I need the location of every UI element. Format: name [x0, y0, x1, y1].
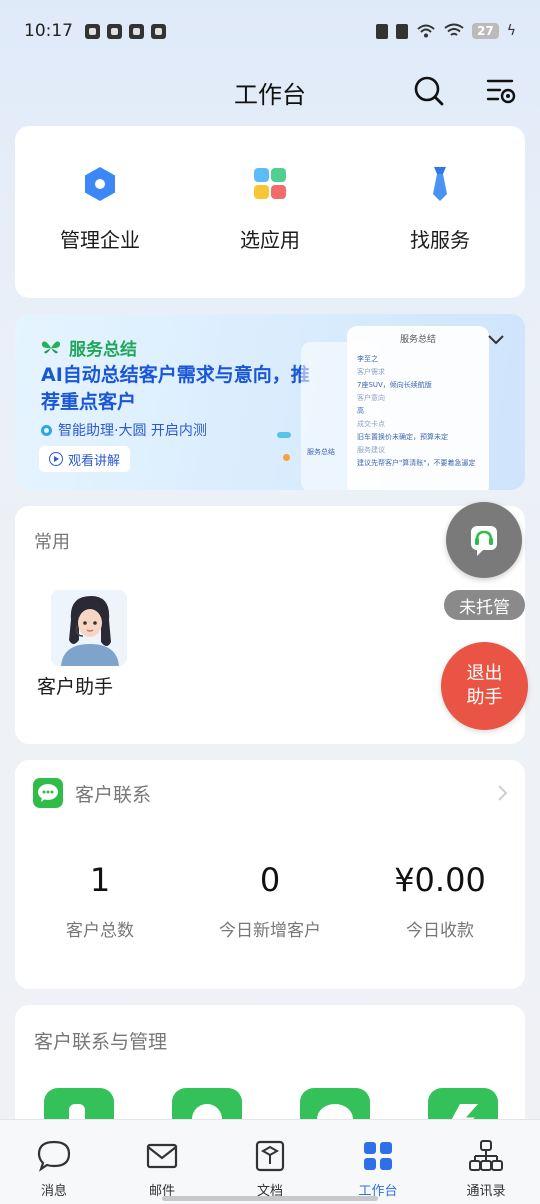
no-sim-icon — [396, 23, 409, 39]
tie-icon — [433, 167, 447, 201]
decoration — [277, 432, 291, 438]
wechat-icon — [33, 778, 63, 808]
stat-revenue-today[interactable]: ¥0.00 今日收款 — [355, 856, 525, 941]
mail-notification-icon — [129, 23, 144, 39]
section-title: 客户联系 — [75, 783, 152, 806]
tab-docs[interactable]: 文档 — [216, 1120, 324, 1204]
mock-phone-preview: 服务总结 李至之 客户需求 7座SUV，倾向长续航版 客户意向 高 成交卡点 旧… — [347, 326, 489, 490]
quick-action-label: 选应用 — [240, 228, 300, 252]
tab-mail[interactable]: 邮件 — [108, 1120, 216, 1204]
sim-icon — [376, 23, 389, 39]
workbench-grid-icon — [364, 1142, 392, 1170]
quick-action-label: 找服务 — [410, 228, 470, 252]
banner-subtitle: 智能助理·大圆 开启内测 — [58, 423, 207, 439]
charging-icon: ϟ — [506, 23, 516, 39]
not-hosted-label[interactable]: 未托管 — [444, 590, 525, 620]
status-bar: 10:17 27 ϟ — [0, 0, 540, 62]
manage-enterprise-button[interactable]: 管理企业 — [15, 126, 185, 298]
exit-assistant-button[interactable]: 退出 助手 — [441, 642, 528, 730]
customer-assistant-label[interactable]: 客户助手 — [37, 672, 113, 699]
bottom-tab-bar: 消息 邮件 文档 工作台 通讯录 — [0, 1119, 540, 1204]
section-title: 常用 — [34, 532, 70, 553]
play-icon — [49, 452, 63, 466]
nav-bar: 工作台 — [0, 62, 540, 122]
watch-tutorial-label: 观看讲解 — [68, 453, 121, 469]
find-service-button[interactable]: 找服务 — [355, 126, 525, 298]
customer-assistant-avatar[interactable] — [51, 590, 127, 666]
mock-title: 服务总结 — [399, 335, 436, 345]
notification-icons — [85, 23, 166, 39]
watch-tutorial-button[interactable]: 观看讲解 — [39, 446, 131, 472]
document-icon — [255, 1140, 285, 1172]
headset-chat-icon — [471, 526, 497, 556]
choose-app-button[interactable]: 选应用 — [185, 126, 355, 298]
quick-action-label: 管理企业 — [60, 228, 140, 252]
app-notification-icon — [85, 23, 100, 39]
search-icon[interactable] — [412, 74, 446, 108]
app-grid-icon — [254, 168, 286, 199]
stat-total-customers[interactable]: 1 客户总数 — [15, 856, 185, 941]
battery-level: 27 — [472, 23, 499, 39]
mail-icon — [146, 1143, 178, 1169]
list-settings-icon[interactable] — [484, 74, 518, 108]
customer-stats: 1 客户总数 0 今日新增客户 ¥0.00 今日收款 — [15, 856, 525, 941]
app-notification-icon — [107, 23, 122, 39]
status-time: 10:17 — [24, 21, 73, 41]
customer-contact-card[interactable]: 客户联系 1 客户总数 0 今日新增客户 ¥0.00 今日收款 — [15, 760, 525, 989]
chevron-down-icon[interactable] — [485, 328, 507, 350]
tab-contacts[interactable]: 通讯录 — [432, 1120, 540, 1204]
system-indicators: 27 ϟ — [376, 23, 516, 39]
chat-bubble-icon — [37, 1140, 71, 1172]
home-indicator[interactable] — [162, 1196, 378, 1201]
mock-side-card: 服务总结 — [307, 448, 335, 456]
wifi-hotspot-icon — [417, 24, 435, 38]
decoration — [283, 454, 290, 461]
chevron-right-icon[interactable] — [495, 782, 511, 804]
tab-workbench[interactable]: 工作台 — [324, 1120, 432, 1204]
section-title: 客户联系与管理 — [34, 1031, 168, 1053]
service-summary-banner[interactable]: 服务总结 AI自动总结客户需求与意向，推荐重点客户 智能助理·大圆 开启内测 观… — [15, 314, 525, 490]
butterfly-icon — [41, 340, 61, 353]
assistant-dot-icon — [41, 424, 52, 436]
assistant-float-button[interactable] — [446, 502, 522, 578]
media-notification-icon — [151, 23, 166, 39]
quick-actions-card: 管理企业 选应用 找服务 — [15, 126, 525, 298]
stat-new-today[interactable]: 0 今日新增客户 — [185, 856, 355, 941]
hexagon-icon — [85, 167, 115, 201]
mock-name: 李至之 — [357, 355, 378, 363]
tab-messages[interactable]: 消息 — [0, 1120, 108, 1204]
banner-tag: 服务总结 — [69, 340, 137, 360]
banner-title: AI自动总结客户需求与意向，推荐重点客户 — [41, 364, 310, 413]
wifi-icon — [444, 23, 464, 36]
page-title: 工作台 — [234, 80, 306, 109]
contacts-tree-icon — [469, 1140, 503, 1171]
